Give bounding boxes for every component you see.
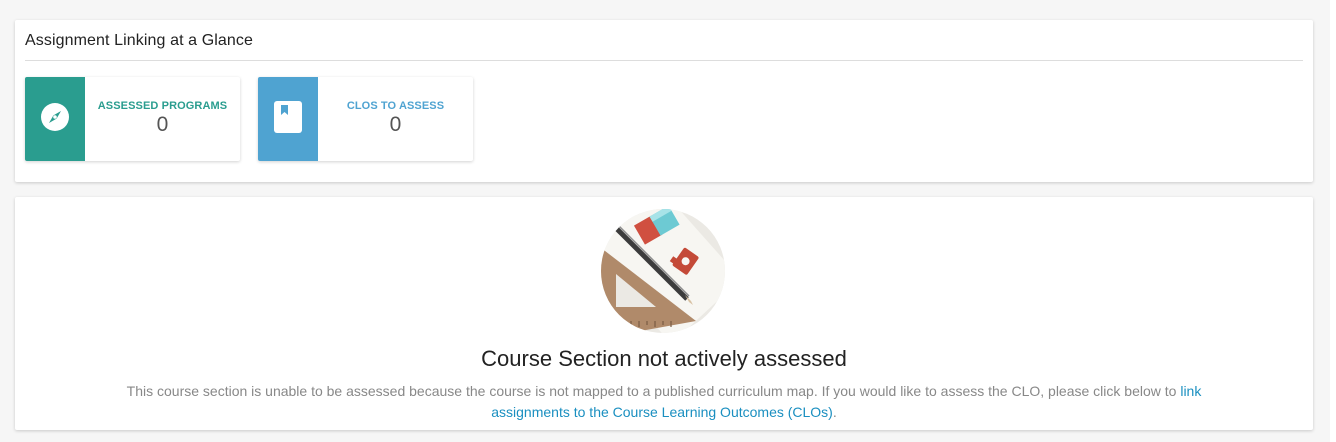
assessed-programs-body: ASSESSED PROGRAMS 0 [85, 77, 240, 161]
assessed-programs-count: 0 [156, 112, 169, 136]
status-description: This course section is unable to be asse… [115, 381, 1213, 423]
clos-to-assess-icon-box [258, 77, 318, 161]
assessed-programs-label: ASSESSED PROGRAMS [97, 99, 228, 112]
title-divider [25, 60, 1303, 61]
compass-icon [40, 102, 70, 137]
description-period: . [832, 404, 837, 420]
status-heading: Course Section not actively assessed [481, 346, 847, 371]
drafting-tools-illustration [601, 209, 725, 333]
course-section-status-card: Course Section not actively assessed Thi… [15, 197, 1313, 430]
page-top-strip [0, 0, 1336, 9]
page-right-gutter [1330, 0, 1336, 442]
card-title: Assignment Linking at a Glance [25, 32, 254, 49]
description-text: This course section is unable to be asse… [126, 383, 1181, 399]
clos-to-assess-tile[interactable]: CLOS TO ASSESS 0 [258, 77, 473, 161]
clos-to-assess-count: 0 [389, 112, 402, 136]
clos-to-assess-body: CLOS TO ASSESS 0 [318, 77, 473, 161]
assignment-linking-card: Assignment Linking at a Glance ASSESSED … [15, 20, 1313, 182]
assessed-programs-icon-box [25, 77, 85, 161]
assessed-programs-tile[interactable]: ASSESSED PROGRAMS 0 [25, 77, 240, 161]
clos-to-assess-label: CLOS TO ASSESS [346, 99, 445, 112]
bookmark-book-icon [273, 100, 303, 139]
